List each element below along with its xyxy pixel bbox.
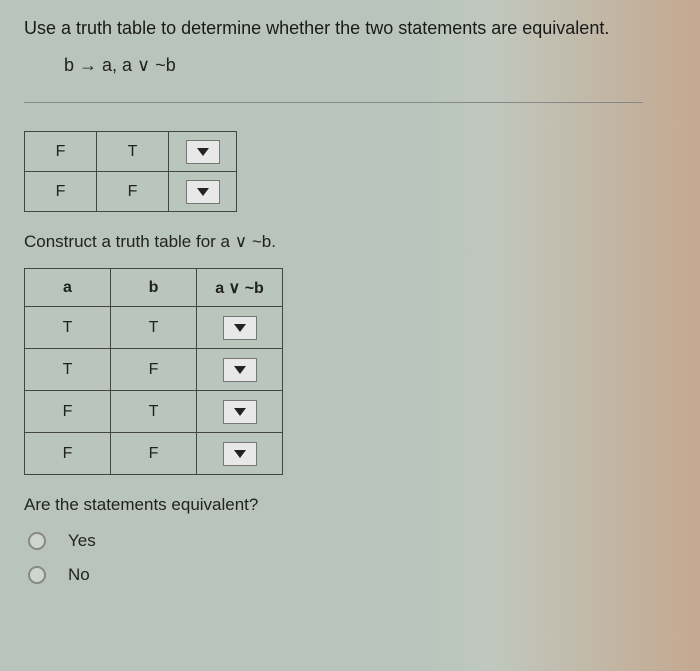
equivalence-question: Are the statements equivalent?	[24, 495, 676, 515]
dropdown-select[interactable]	[223, 442, 257, 466]
cell-value: T	[97, 132, 169, 172]
header-b: b	[111, 269, 197, 307]
radio-label: Yes	[68, 531, 96, 551]
cell-b: F	[111, 349, 197, 391]
chevron-down-icon	[234, 324, 246, 332]
partial-truth-table: F T F F	[24, 131, 237, 212]
cell-value: F	[97, 172, 169, 212]
chevron-down-icon	[197, 148, 209, 156]
table-row: F T	[25, 391, 283, 433]
radio-option-yes[interactable]: Yes	[28, 531, 676, 551]
table-row: T F	[25, 349, 283, 391]
question-title: Use a truth table to determine whether t…	[24, 18, 676, 39]
chevron-down-icon	[197, 188, 209, 196]
table-row: T T	[25, 307, 283, 349]
table-row: F T	[25, 132, 237, 172]
cell-a: T	[25, 349, 111, 391]
cell-b: T	[111, 391, 197, 433]
dropdown-cell	[197, 433, 283, 475]
dropdown-select[interactable]	[186, 180, 220, 204]
radio-circle-icon	[28, 566, 46, 584]
radio-group: Yes No	[24, 531, 676, 585]
cell-a: F	[25, 433, 111, 475]
dropdown-cell	[197, 391, 283, 433]
cell-b: T	[111, 307, 197, 349]
dropdown-cell	[169, 172, 237, 212]
dropdown-select[interactable]	[223, 316, 257, 340]
radio-label: No	[68, 565, 90, 585]
radio-circle-icon	[28, 532, 46, 550]
radio-option-no[interactable]: No	[28, 565, 676, 585]
dropdown-cell	[169, 132, 237, 172]
cell-a: T	[25, 307, 111, 349]
divider	[24, 102, 643, 103]
dropdown-select[interactable]	[186, 140, 220, 164]
cell-value: F	[25, 172, 97, 212]
cell-value: F	[25, 132, 97, 172]
table-header-row: a b a ∨ ~b	[25, 269, 283, 307]
formula-expression: b → a, a ∨ ~b	[64, 55, 676, 76]
header-a: a	[25, 269, 111, 307]
dropdown-cell	[197, 307, 283, 349]
header-expr: a ∨ ~b	[197, 269, 283, 307]
cell-a: F	[25, 391, 111, 433]
truth-table: a b a ∨ ~b T T T F F T F F	[24, 268, 283, 475]
chevron-down-icon	[234, 450, 246, 458]
chevron-down-icon	[234, 366, 246, 374]
table-row: F F	[25, 172, 237, 212]
dropdown-cell	[197, 349, 283, 391]
dropdown-select[interactable]	[223, 358, 257, 382]
table-row: F F	[25, 433, 283, 475]
dropdown-select[interactable]	[223, 400, 257, 424]
cell-b: F	[111, 433, 197, 475]
instruction-text: Construct a truth table for a ∨ ~b.	[24, 232, 676, 252]
chevron-down-icon	[234, 408, 246, 416]
